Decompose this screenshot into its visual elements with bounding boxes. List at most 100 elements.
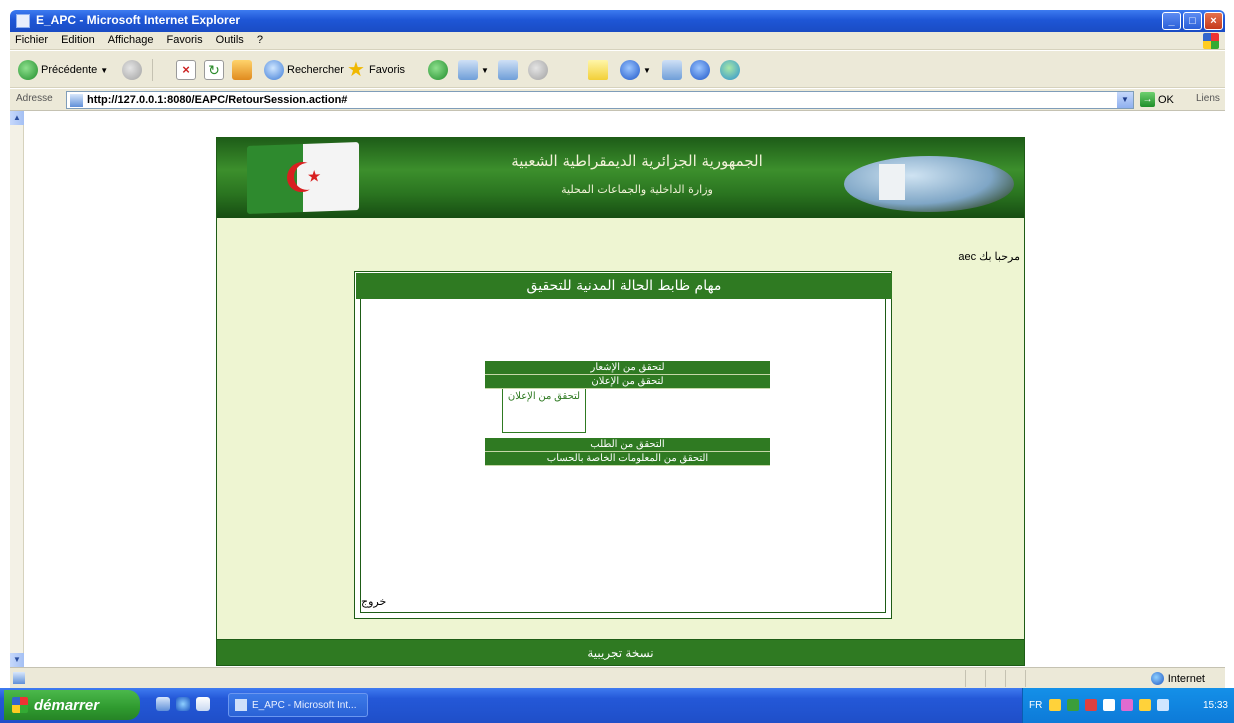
taskbar: démarrer E_APC - Microsoft Int... FR 15:… [0,688,1234,723]
messenger-button[interactable] [662,59,682,81]
menu-item-verify-notice[interactable]: لتحقق من الإشعار [485,361,770,375]
close-button[interactable]: × [1204,12,1223,30]
edit-button[interactable] [528,59,548,81]
favorites-star-icon: ★ [347,59,365,81]
menu-affichage[interactable]: Affichage [103,32,159,48]
mail-icon [458,60,478,80]
taskbar-ie-window[interactable]: E_APC - Microsoft Int... [228,693,368,717]
forward-arrow-icon [122,60,142,80]
quicklaunch-desktop-icon[interactable] [156,697,170,711]
menu-edition[interactable]: Edition [56,32,100,48]
tray-volume-icon[interactable] [1139,699,1151,711]
bluetooth-button[interactable] [690,59,710,81]
menu-outils[interactable]: Outils [211,32,249,48]
refresh-button[interactable]: ↻ [204,59,224,81]
menu-help[interactable]: ? [252,32,268,48]
home-button[interactable] [232,59,252,81]
tray-network-icon[interactable] [1067,699,1079,711]
panel-title: مهام ظابط الحالة المدنية للتحقيق [356,273,892,299]
links-label[interactable]: Liens [1196,93,1220,104]
stop-button[interactable]: × [176,59,196,81]
submenu-item-verify-declaration[interactable]: لتحقق من الإعلان [505,391,583,402]
maximize-button[interactable]: □ [1183,12,1202,30]
history-button[interactable] [428,59,448,81]
tray-app-icon[interactable] [1121,699,1133,711]
internet-globe-icon [1150,672,1164,685]
back-button[interactable]: Précédente ▼ [18,59,108,81]
go-button[interactable]: → OK [1140,92,1174,107]
menu-item-verify-request[interactable]: التحقق من الطلب [485,438,770,452]
forward-button[interactable] [122,59,142,81]
tray-bluetooth-icon[interactable] [1103,699,1115,711]
header-title: الجمهورية الجزائرية الديمقراطية الشعبية [511,152,763,170]
page-icon [70,94,83,107]
edit-icon [528,60,548,80]
verification-menu: لتحقق من الإشعار لتحقق من الإعلان لتحقق … [485,361,770,466]
favorites-button[interactable]: ★ Favoris [346,59,405,81]
print-button[interactable] [498,59,518,81]
menu-fichier[interactable]: Fichier [10,32,53,48]
start-label: démarrer [34,696,100,714]
history-icon [428,60,448,80]
address-url: http://127.0.0.1:8080/EAPC/RetourSession… [87,94,348,106]
ie-window-icon [235,699,247,711]
exit-link[interactable]: خروج [361,595,386,608]
task-panel-inner: مهام ظابط الحالة المدنية للتحقيق لتحقق م… [356,273,892,613]
mail-button[interactable]: ▼ [458,59,489,81]
scroll-up-icon[interactable]: ▲ [10,111,24,125]
security-zone: Internet [1150,672,1205,685]
tray-arrow-icon[interactable] [1049,699,1061,711]
address-bar: Adresse http://127.0.0.1:8080/EAPC/Retou… [10,89,1225,111]
menubar: Fichier Edition Affichage Favoris Outils… [10,32,1225,50]
msn-people-icon [720,60,740,80]
back-label: Précédente [41,64,98,76]
back-arrow-icon [18,60,38,80]
folder-button[interactable] [588,59,608,81]
mail-dropdown-icon[interactable]: ▼ [481,66,489,75]
menu-favoris[interactable]: Favoris [162,32,208,48]
menu-item-verify-declaration[interactable]: لتحقق من الإعلان [485,375,770,389]
stop-icon: × [176,60,196,80]
refresh-icon: ↻ [204,60,224,80]
go-label: OK [1158,93,1174,106]
folder-icon [588,60,608,80]
welcome-user: aec [958,251,977,263]
favorites-label: Favoris [369,64,406,76]
quicklaunch-media-icon[interactable] [196,697,210,711]
welcome-message: مرحبا بك aec [958,250,1020,263]
search-label: Rechercher [287,64,344,76]
site-container: ★ الجمهورية الجزائرية الديمقراطية الشعبي… [216,137,1025,666]
building-emblem-image [844,156,1014,212]
search-button[interactable]: Rechercher [264,59,344,81]
ie-app-icon [16,14,30,28]
header-subtitle: وزارة الداخلية والجماعات المحلية [561,183,713,196]
status-page-icon [13,672,25,684]
clock[interactable]: 15:33 [1203,700,1228,711]
tray-display-icon[interactable] [1157,699,1169,711]
minimize-button[interactable]: _ [1162,12,1181,30]
language-indicator[interactable]: FR [1029,700,1042,711]
address-input[interactable]: http://127.0.0.1:8080/EAPC/RetourSession… [66,91,1134,109]
back-dropdown-icon[interactable]: ▼ [100,66,108,75]
status-bar: Internet [10,667,1225,688]
task-label: E_APC - Microsoft Int... [252,699,357,711]
address-dropdown-icon[interactable]: ▼ [1117,92,1133,108]
vertical-scrollbar[interactable]: ▲ ▼ [10,111,24,667]
bluetooth-icon [690,60,710,80]
start-button[interactable]: démarrer [4,690,140,720]
menu-item-verify-account-info[interactable]: التحقق من المعلومات الخاصة بالحساب [485,452,770,466]
tray-security-icon[interactable] [1085,699,1097,711]
address-label: Adresse [16,93,53,104]
windows-logo-icon [1203,33,1219,49]
research-dropdown-icon[interactable]: ▼ [643,66,651,75]
research-button[interactable]: ▼ [620,59,651,81]
msn-button[interactable] [720,59,740,81]
zone-label: Internet [1167,672,1205,685]
window-titlebar[interactable]: E_APC - Microsoft Internet Explorer _ □ … [10,10,1225,32]
algeria-flag-image: ★ [247,142,359,214]
search-icon [264,60,284,80]
print-icon [498,60,518,80]
scroll-down-icon[interactable]: ▼ [10,653,24,667]
quicklaunch-ie-icon[interactable] [176,697,190,711]
windows-flag-icon [12,697,28,713]
